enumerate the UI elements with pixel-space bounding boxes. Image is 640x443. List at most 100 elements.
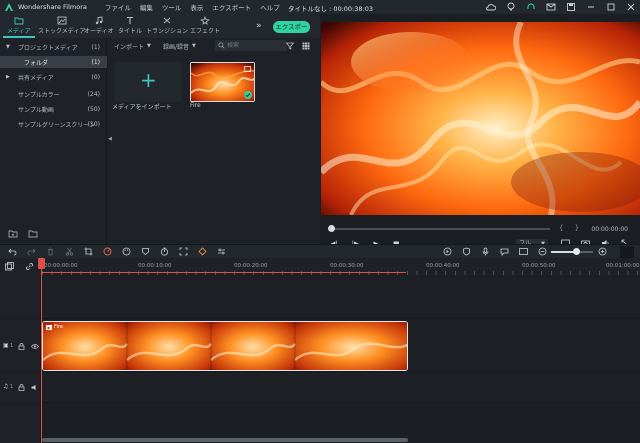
- export-button[interactable]: エクスポート: [273, 21, 310, 43]
- plus-icon: +: [140, 68, 157, 92]
- marker-icon[interactable]: [141, 247, 150, 256]
- zoom-out-icon[interactable]: [538, 247, 547, 256]
- chevron-down-icon: ▼: [147, 43, 151, 49]
- sidebar-item-shared-media[interactable]: ▶ 共有メディア (0): [0, 71, 107, 83]
- record-dropdown[interactable]: 録画/録音 ▼: [163, 41, 196, 51]
- more-tabs-button[interactable]: »: [256, 21, 262, 31]
- timer-icon[interactable]: [160, 247, 169, 256]
- lightbulb-icon[interactable]: [506, 2, 516, 12]
- zoom-in-icon[interactable]: [598, 247, 607, 256]
- sidebar-item-folder[interactable]: フォルダ (1): [0, 56, 107, 68]
- media-thumbnail-fire[interactable]: [190, 62, 255, 102]
- keyframe-icon[interactable]: [198, 247, 207, 256]
- tab-media[interactable]: メディア: [3, 16, 35, 38]
- import-dropdown[interactable]: インポート ▼: [114, 41, 151, 51]
- add-track-icon[interactable]: [5, 262, 14, 271]
- mail-icon[interactable]: [546, 2, 556, 12]
- lock-icon[interactable]: [18, 343, 25, 350]
- crop-icon[interactable]: [84, 247, 93, 256]
- video-track-header: ▣ 1: [0, 320, 41, 372]
- tab-audio[interactable]: オーディオ: [84, 16, 114, 35]
- mark-in-button[interactable]: {: [559, 224, 563, 232]
- menu-help[interactable]: ヘルプ: [260, 2, 280, 12]
- headset-icon[interactable]: [526, 2, 536, 12]
- playhead[interactable]: [41, 260, 42, 443]
- clip-filmstrip: [43, 322, 407, 370]
- filter-icon[interactable]: [286, 42, 294, 50]
- close-icon[interactable]: [626, 2, 636, 12]
- voiceover-icon[interactable]: [500, 247, 509, 256]
- grid-view-icon[interactable]: [302, 42, 310, 50]
- sidebar-item-project-media[interactable]: ▼ プロジェクトメディア (1): [0, 41, 107, 53]
- clip-label: ▶ Fire: [46, 324, 63, 330]
- tab-effects[interactable]: エフェクト: [190, 16, 220, 35]
- folder-icon[interactable]: [28, 229, 38, 238]
- redo-icon[interactable]: [27, 247, 36, 256]
- zoom-slider-handle[interactable]: [573, 248, 581, 255]
- undo-icon[interactable]: [8, 247, 17, 256]
- menu-file[interactable]: ファイル: [105, 2, 131, 12]
- tab-stock-media[interactable]: ストックメディア: [38, 16, 85, 35]
- fit-frame-icon[interactable]: [179, 247, 188, 256]
- mark-out-button[interactable]: }: [575, 224, 579, 232]
- cloud-icon[interactable]: [486, 2, 496, 12]
- preview-panel: { } 00:00:00:00 ◀| |▶ ▶ ■ フル ▼: [320, 14, 640, 249]
- split-scissors-icon[interactable]: [65, 247, 74, 256]
- preview-progress-track[interactable]: [330, 228, 550, 230]
- empty-track: [42, 275, 640, 319]
- playhead-handle[interactable]: [38, 258, 45, 269]
- transition-icon: [163, 17, 171, 24]
- tab-audio-label: オーディオ: [84, 28, 114, 35]
- save-icon[interactable]: [566, 2, 576, 12]
- color-palette-icon[interactable]: [122, 247, 131, 256]
- chevron-down-icon: ▼: [192, 43, 196, 49]
- menu-edit[interactable]: 編集: [140, 2, 153, 12]
- audio-track-header: ♫ 1: [0, 373, 41, 403]
- timeline-clip-fire[interactable]: ▶ Fire: [42, 321, 408, 371]
- tab-transitions[interactable]: トランジション: [146, 16, 188, 35]
- sidebar-item-count: (1): [91, 58, 101, 66]
- render-preview-icon[interactable]: [443, 247, 452, 256]
- mic-icon[interactable]: [481, 247, 490, 256]
- audio-track-icon: ♫: [3, 383, 9, 390]
- search-box[interactable]: [215, 40, 287, 51]
- document-title: タイトルなし : 00:00:38:03: [288, 5, 373, 13]
- in-out-markers[interactable]: { }: [559, 224, 579, 232]
- lock-icon[interactable]: [18, 384, 25, 391]
- effects-icon: [200, 16, 210, 25]
- ruler-label: 00:00:20:00: [234, 263, 268, 269]
- ruler-label: 00:00:00:00: [44, 263, 78, 269]
- minimize-icon[interactable]: [586, 2, 596, 12]
- preview-progress-handle[interactable]: [328, 225, 335, 232]
- video-type-icon: [244, 66, 251, 72]
- timeline-scrollbar[interactable]: [42, 438, 408, 442]
- timeline-settings-box[interactable]: [620, 246, 634, 258]
- import-media-tile[interactable]: +: [114, 62, 182, 102]
- tab-titles-label: タイトル: [118, 28, 143, 35]
- collapse-panel-icon[interactable]: ◀: [108, 136, 112, 142]
- eye-icon[interactable]: [31, 343, 39, 350]
- link-icon[interactable]: [25, 262, 34, 271]
- title-t-icon: [127, 16, 133, 24]
- snapshot-frame-icon[interactable]: [519, 247, 528, 256]
- menu-export[interactable]: エクスポート: [212, 2, 251, 12]
- audio-adjust-icon[interactable]: [217, 247, 226, 256]
- sidebar-item-label: 共有メディア: [18, 74, 54, 82]
- import-dropdown-label: インポート: [114, 43, 145, 51]
- delete-icon[interactable]: [46, 247, 55, 256]
- sidebar-item-sample-green-screen[interactable]: サンプルグリーンスクリーン (10): [0, 118, 107, 130]
- menu-tools[interactable]: ツール: [162, 2, 182, 12]
- new-folder-icon[interactable]: [8, 229, 18, 238]
- record-dropdown-label: 録画/録音: [163, 43, 190, 51]
- speaker-icon[interactable]: [31, 384, 39, 391]
- shield-icon[interactable]: [462, 247, 471, 256]
- search-input[interactable]: [227, 42, 282, 49]
- maximize-icon[interactable]: [606, 2, 616, 12]
- tab-titles[interactable]: タイトル: [118, 16, 142, 35]
- menu-view[interactable]: 表示: [190, 2, 203, 12]
- speed-icon[interactable]: [103, 247, 112, 256]
- sidebar-item-sample-colors[interactable]: サンプルカラー (24): [0, 88, 107, 100]
- media-thumbnail-label: Fire: [190, 102, 201, 109]
- tab-transitions-label: トランジション: [146, 28, 189, 35]
- sidebar-item-sample-videos[interactable]: サンプル動画 (50): [0, 103, 107, 115]
